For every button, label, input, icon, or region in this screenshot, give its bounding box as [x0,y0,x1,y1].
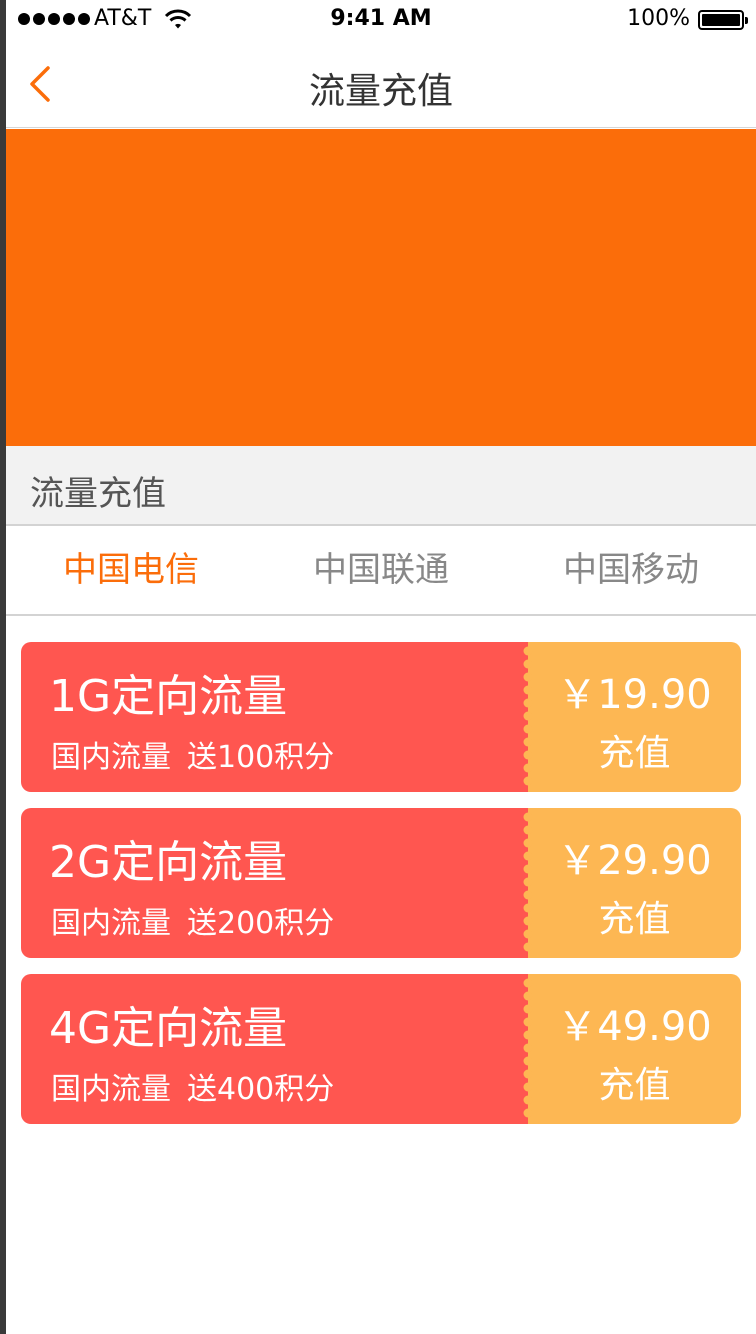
notch [523,1030,533,1040]
notch [523,763,533,773]
notch [523,864,533,874]
notch [523,978,533,988]
promo-banner[interactable] [6,129,756,446]
package-price: ￥49.90 [557,1004,712,1050]
notch [523,1004,533,1014]
package-description: 国内流量 送100积分 [51,732,334,776]
notch [523,877,533,887]
notch [523,750,533,760]
battery-percentage: 100% [627,6,690,31]
package-card-1g: 1G定向流量 国内流量 送100积分 ￥19.90 充值 [21,642,741,792]
package-bonus: 送100积分 [187,740,335,775]
recharge-label: 充值 [598,733,671,774]
notch [523,724,533,734]
notch [523,1017,533,1027]
notch [523,1108,533,1118]
package-scope: 国内流量 [51,906,171,941]
notch [523,698,533,708]
notch [523,903,533,913]
recharge-button[interactable]: ￥29.90 充值 [528,808,741,958]
recharge-button[interactable]: ￥49.90 充值 [528,974,741,1124]
package-bonus: 送200积分 [187,906,335,941]
package-description: 国内流量 送200积分 [51,898,334,942]
page: AT&T 9:41 AM 100% 流量充值 流量充值 中国电信 中国联通 中国… [6,0,756,1334]
page-title: 流量充值 [308,71,453,112]
notch [523,646,533,656]
notch [523,825,533,835]
recharge-label: 充值 [598,1065,671,1106]
section-header: 流量充值 [6,446,756,526]
package-scope: 国内流量 [51,740,171,775]
notch [523,737,533,747]
notch [523,1069,533,1079]
package-description: 国内流量 送400积分 [51,1064,334,1108]
package-name: 1G定向流量 [49,671,288,722]
notch [523,838,533,848]
package-card-2g: 2G定向流量 国内流量 送200积分 ￥29.90 充值 [21,808,741,958]
notch [523,991,533,1001]
status-bar: AT&T 9:41 AM 100% [6,0,756,40]
package-info: 4G定向流量 国内流量 送400积分 [21,974,528,1124]
package-price: ￥29.90 [557,838,712,884]
package-info: 1G定向流量 国内流量 送100积分 [21,642,528,792]
package-info: 2G定向流量 国内流量 送200积分 [21,808,528,958]
notch [523,685,533,695]
notch [523,1043,533,1053]
tab-china-unicom[interactable]: 中国联通 [256,526,506,614]
notch [523,1095,533,1105]
notch [523,776,533,786]
notch [523,711,533,721]
package-scope: 国内流量 [51,1072,171,1107]
package-price: ￥19.90 [557,672,712,718]
tab-china-telecom[interactable]: 中国电信 [6,526,256,614]
package-bonus: 送400积分 [187,1072,335,1107]
notch [523,672,533,682]
package-name: 2G定向流量 [49,837,288,888]
recharge-button[interactable]: ￥19.90 充值 [528,642,741,792]
package-card-4g: 4G定向流量 国内流量 送400积分 ￥49.90 充值 [21,974,741,1124]
ticket-notch-edge [523,812,533,952]
package-name: 4G定向流量 [49,1003,288,1054]
notch [523,1082,533,1092]
navigation-bar: 流量充值 [6,40,756,128]
notch [523,890,533,900]
notch [523,929,533,939]
ticket-notch-edge [523,646,533,786]
notch [523,851,533,861]
notch [523,916,533,926]
tab-china-mobile[interactable]: 中国移动 [506,526,756,614]
notch [523,812,533,822]
carrier-tabs: 中国电信 中国联通 中国移动 [6,526,756,616]
notch [523,659,533,669]
battery-icon [698,10,748,30]
recharge-label: 充值 [598,899,671,940]
section-title: 流量充值 [30,474,166,514]
notch [523,1056,533,1066]
ticket-notch-edge [523,978,533,1118]
notch [523,942,533,952]
